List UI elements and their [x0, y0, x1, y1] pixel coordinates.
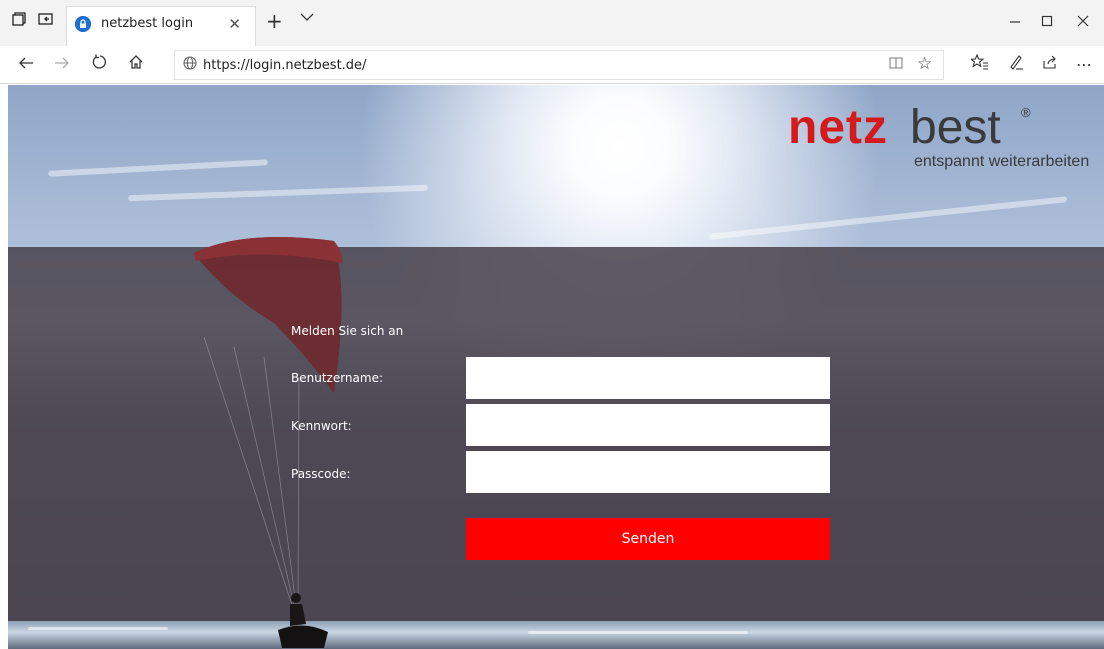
lake-reflection	[28, 627, 168, 630]
pen-icon[interactable]	[1002, 53, 1030, 77]
address-bar[interactable]: https://login.netzbest.de/ ☆	[174, 50, 944, 80]
tab-actions-icon[interactable]	[8, 11, 30, 33]
passcode-label: Passcode:	[291, 467, 351, 481]
username-input[interactable]	[466, 357, 830, 399]
globe-icon[interactable]	[183, 56, 197, 74]
username-label: Benutzername:	[291, 371, 384, 385]
close-window-button[interactable]	[1068, 11, 1098, 33]
logo-slogan: entspannt weiterarbeiten	[914, 153, 1090, 170]
browser-nav-bar: https://login.netzbest.de/ ☆ ⋯	[0, 46, 1104, 84]
share-icon[interactable]	[1036, 53, 1064, 77]
netzbest-logo: netz best ® entspannt weiterarbeiten	[788, 101, 1090, 173]
new-tab-button[interactable]: +	[266, 10, 283, 32]
login-page: netz best ® entspannt weiterarbeiten Mel…	[8, 85, 1104, 649]
submit-button[interactable]: Senden	[466, 518, 830, 560]
browser-title-bar: netzbest login ✕ +	[0, 0, 1104, 46]
paraglider-pilot	[278, 593, 328, 648]
back-button[interactable]	[14, 53, 38, 77]
landscape-strip	[8, 621, 1104, 649]
refresh-button[interactable]	[88, 53, 112, 77]
lock-icon	[75, 16, 91, 32]
tab-title: netzbest login	[101, 16, 194, 31]
password-label: Kennwort:	[291, 419, 352, 433]
lake-reflection	[528, 631, 748, 634]
reading-view-icon[interactable]	[889, 56, 903, 74]
tab-close-icon[interactable]: ✕	[228, 15, 241, 33]
favorites-list-icon[interactable]	[966, 53, 994, 77]
logo-brand-red: netz	[788, 101, 888, 154]
passcode-input[interactable]	[466, 451, 830, 493]
maximize-button[interactable]	[1032, 11, 1062, 33]
more-icon[interactable]: ⋯	[1070, 53, 1098, 77]
minimize-button[interactable]	[1000, 11, 1030, 33]
tab-list-chevron-down-icon[interactable]	[300, 11, 314, 26]
home-button[interactable]	[124, 53, 148, 77]
address-url[interactable]: https://login.netzbest.de/	[203, 58, 366, 73]
form-heading: Melden Sie sich an	[291, 324, 404, 338]
browser-tab-active[interactable]: netzbest login ✕	[66, 6, 256, 46]
logo-brand-dark: best	[910, 101, 1001, 154]
forward-button[interactable]	[50, 53, 74, 77]
window-frame-left	[0, 0, 8, 649]
set-aside-icon[interactable]	[34, 11, 56, 33]
star-icon[interactable]: ☆	[917, 54, 932, 74]
logo-registered-mark: ®	[1021, 105, 1031, 120]
password-input[interactable]	[466, 404, 830, 446]
